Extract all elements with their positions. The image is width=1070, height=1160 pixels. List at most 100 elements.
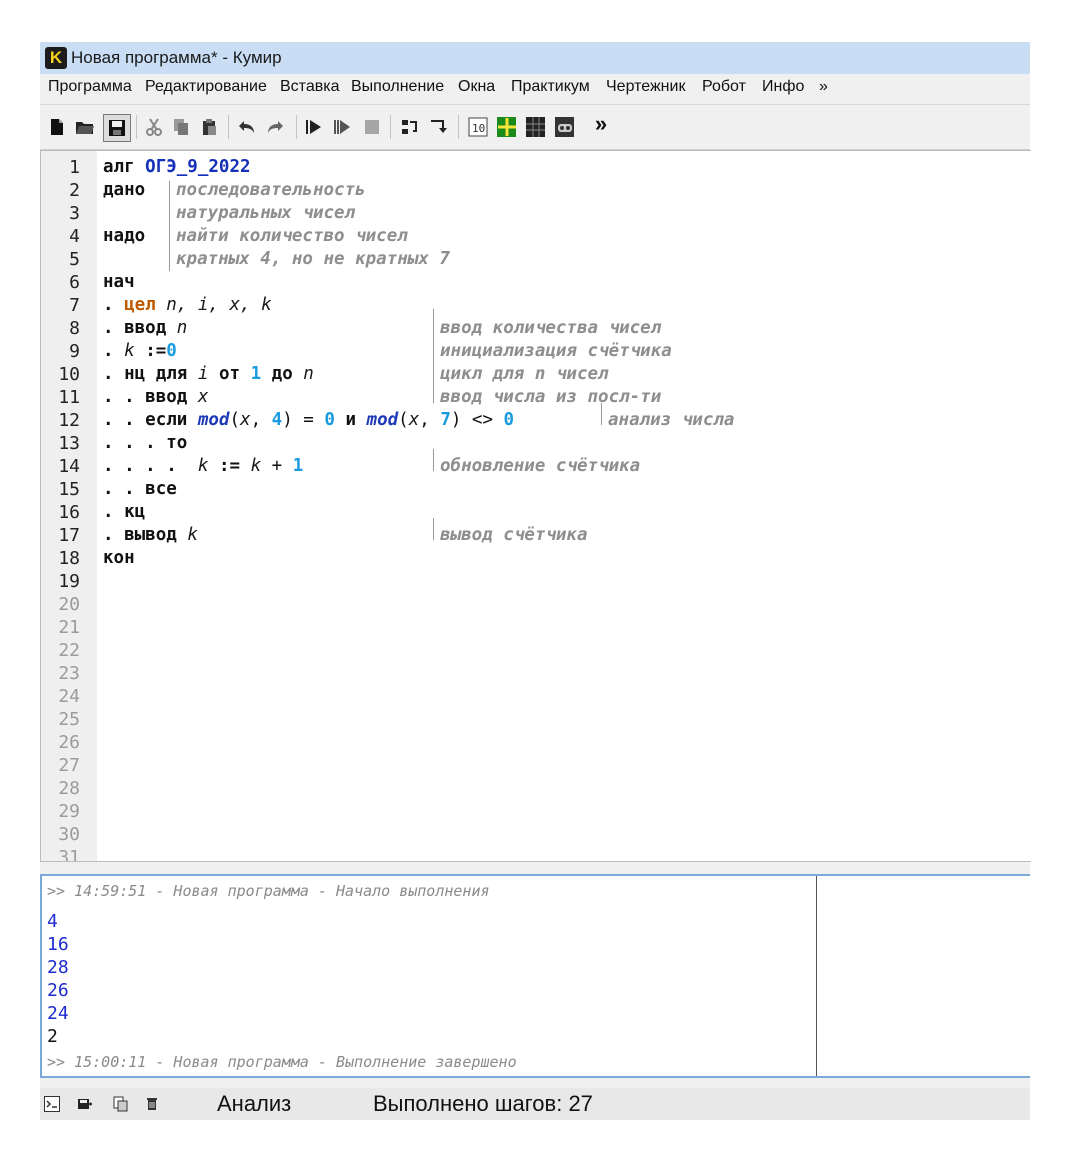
menu-info[interactable]: Инфо [762,78,804,96]
line-number: 28 [58,778,80,799]
line-number: 25 [58,709,80,730]
code-comment: цикл для n чисел [440,364,609,384]
code-line: . нц для i от 1 до n [103,364,314,384]
game-icon[interactable] [554,117,574,137]
drawer-window-icon[interactable] [496,117,516,137]
console-output-line: 26 [47,980,69,1001]
output-console[interactable]: >> 14:59:51 - Новая программа - Начало в… [40,874,1030,1078]
line-number: 31 [58,847,80,862]
code-comment: последовательность [176,180,366,200]
console-output-line: 4 [47,911,58,932]
toolbar-separator [228,115,229,139]
comment-margin-line [433,449,434,471]
save-icon[interactable] [103,114,131,142]
code-line: . . . то [103,433,188,453]
code-comment: кратных 4, но не кратных 7 [176,249,450,269]
console-output-line: 28 [47,957,69,978]
title-bar: K Новая программа* - Кумир [40,42,1030,74]
console-output-line: 2 [47,1026,58,1047]
code-line: . кц [103,502,146,522]
menu-more[interactable]: » [819,78,828,96]
line-number: 1 [69,157,80,178]
menu-run[interactable]: Выполнение [351,78,444,96]
undo-icon[interactable] [237,117,257,137]
robot-field-icon[interactable] [525,117,545,137]
code-line: . вывод k [103,525,198,545]
toolbar: 10 » [40,105,1030,150]
line-number: 9 [69,341,80,362]
line-number: 2 [69,180,80,201]
code-comment: натуральных чисел [176,203,356,223]
clear-output-icon[interactable] [144,1096,160,1112]
code-line: . цел n, i, x, k [103,295,272,315]
comment-margin-line [169,181,170,271]
console-end-log: >> 15:00:11 - Новая программа - Выполнен… [47,1053,517,1071]
line-number: 11 [58,387,80,408]
code-comment: анализ числа [608,410,735,430]
toolbar-separator [458,115,459,139]
kumir-app-icon: K [45,47,67,69]
menu-edit[interactable]: Редактирование [145,78,267,96]
status-steps-count: Выполнено шагов: 27 [373,1091,593,1116]
line-number: 13 [58,433,80,454]
step-run-icon[interactable] [332,117,352,137]
window-title: Новая программа* - Кумир [71,48,282,67]
line-number: 12 [58,410,80,431]
toolbar-more-icon[interactable]: » [590,111,612,136]
line-number: 4 [69,226,80,247]
copy-icon[interactable] [171,117,191,137]
line-number: 22 [58,640,80,661]
toolbar-separator [390,115,391,139]
comment-margin-line [433,309,434,403]
code-line: . . если mod(x, 4) = 0 и mod(x, 7) <> 0 [103,410,515,430]
menu-bar: Программа Редактирование Вставка Выполне… [40,74,1030,105]
code-line: дано [103,180,146,200]
save-output-icon[interactable] [77,1096,93,1112]
toolbar-separator [136,115,137,139]
menu-robot[interactable]: Робот [702,78,746,96]
line-number: 3 [69,203,80,224]
copy-output-icon[interactable] [113,1096,129,1112]
paste-icon[interactable] [199,117,219,137]
kumir-window: K Новая программа* - Кумир Программа Ред… [40,42,1031,1120]
line-number: 24 [58,686,80,707]
menu-drawer[interactable]: Чертежник [606,78,685,96]
code-line: . ввод n [103,318,188,338]
line-number: 20 [58,594,80,615]
line-number: 7 [69,295,80,316]
open-folder-icon[interactable] [75,117,95,137]
menu-windows[interactable]: Окна [458,78,495,96]
menu-practicum[interactable]: Практикум [511,78,590,96]
code-line: надо [103,226,146,246]
console-output-line: 16 [47,934,69,955]
code-comment: ввод количества чисел [440,318,662,338]
run-icon[interactable] [304,117,324,137]
menu-insert[interactable]: Вставка [280,78,339,96]
counter-window-icon[interactable]: 10 [468,117,488,137]
redo-icon[interactable] [265,117,285,137]
code-line: . k :=0 [103,341,177,361]
comment-margin-line [433,518,434,540]
code-line: . . ввод x [103,387,209,407]
step-over-icon[interactable] [400,117,420,137]
status-bar: Анализ Выполнено шагов: 27 [40,1088,1030,1120]
line-number: 29 [58,801,80,822]
code-line: . . все [103,479,177,499]
cut-icon[interactable] [144,117,164,137]
code-comment: инициализация счётчика [440,341,672,361]
step-into-icon[interactable] [429,117,449,137]
line-number: 23 [58,663,80,684]
terminal-icon[interactable] [44,1096,60,1112]
stop-icon[interactable] [362,117,382,137]
console-splitter[interactable] [816,876,817,1076]
menu-program[interactable]: Программа [48,78,132,96]
line-number: 30 [58,824,80,845]
code-comment: ввод числа из посл-ти [440,387,662,407]
console-start-log: >> 14:59:51 - Новая программа - Начало в… [47,882,490,900]
line-number: 16 [58,502,80,523]
line-number: 5 [69,249,80,270]
line-number: 10 [58,364,80,385]
code-editor[interactable]: 1 2 3 4 5 6 7 8 9 10 11 12 13 14 15 16 1… [40,150,1031,862]
line-number: 21 [58,617,80,638]
new-file-icon[interactable] [47,117,67,137]
